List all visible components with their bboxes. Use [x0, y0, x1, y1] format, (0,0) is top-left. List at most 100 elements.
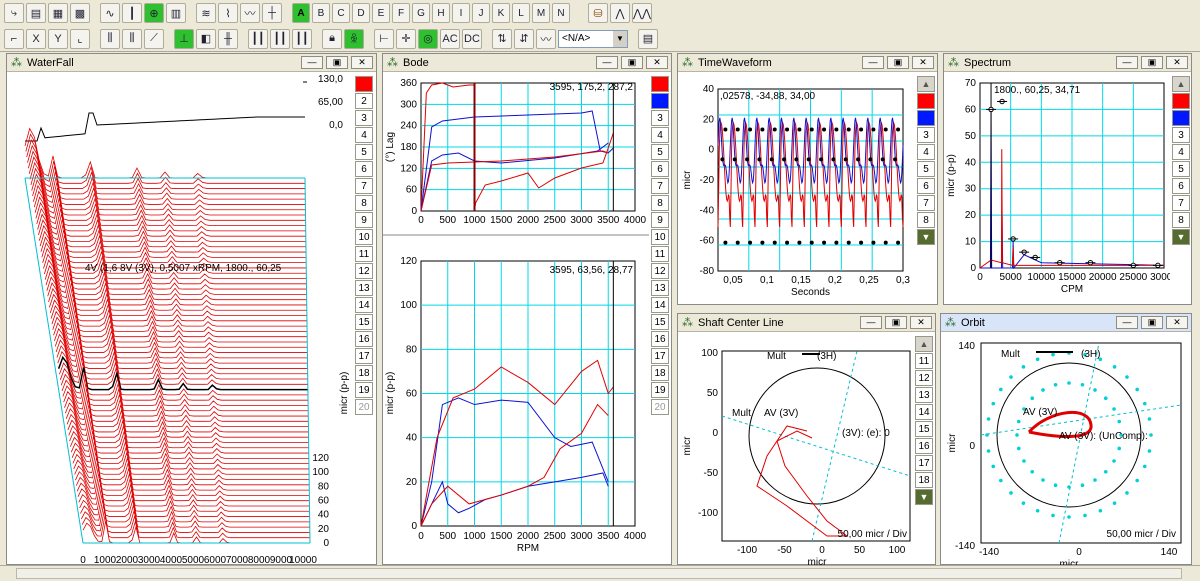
- close-button[interactable]: ✕: [910, 316, 932, 329]
- channel-button-4[interactable]: 4: [355, 127, 373, 143]
- letter-h-button[interactable]: H: [432, 3, 450, 23]
- letter-b-button[interactable]: B: [312, 3, 330, 23]
- waterfall-plot[interactable]: 130,0 65,00 0,0 4V (1,6 8V (3V), 0,5007 xRP…: [7, 73, 352, 565]
- channel-button-3[interactable]: 3: [917, 127, 935, 143]
- channel-button-11[interactable]: 11: [355, 246, 373, 262]
- channel-button-1[interactable]: [355, 76, 373, 92]
- letter-l-button[interactable]: L: [512, 3, 530, 23]
- multiwave-icon[interactable]: 〰: [536, 28, 556, 49]
- channel-button-6[interactable]: 6: [651, 161, 669, 177]
- orbit-plot[interactable]: Mult (3H) AV (3V) AV (3V): (UnComp): 50,00 m…: [941, 333, 1191, 565]
- channel-button-17[interactable]: 17: [651, 348, 669, 364]
- channel-button-16[interactable]: 16: [915, 438, 933, 454]
- channel-select[interactable]: <N/A> ▼: [558, 29, 628, 48]
- close-button[interactable]: ✕: [646, 56, 668, 69]
- minimize-button[interactable]: —: [1116, 316, 1138, 329]
- letter-c-button[interactable]: C: [332, 3, 350, 23]
- channel-button-17[interactable]: 17: [355, 348, 373, 364]
- letter-n-button[interactable]: N: [552, 3, 570, 23]
- ac-icon[interactable]: AC: [440, 28, 460, 49]
- channel-button-5[interactable]: 5: [917, 161, 935, 177]
- minimize-button[interactable]: —: [301, 56, 323, 69]
- channel-button-16[interactable]: 16: [355, 331, 373, 347]
- restore-button[interactable]: ▣: [621, 56, 643, 69]
- waterfall-icon[interactable]: ≋: [196, 3, 216, 23]
- scroll-up-icon[interactable]: ▲: [917, 76, 935, 92]
- person-icon[interactable]: ꆜ: [344, 28, 364, 49]
- channel-button-4[interactable]: 4: [917, 144, 935, 160]
- wave-icon[interactable]: 〰: [240, 3, 260, 23]
- restore-button[interactable]: ▣: [1141, 56, 1163, 69]
- axis-x-icon[interactable]: X: [26, 28, 46, 49]
- histogram-icon[interactable]: ▥: [166, 3, 186, 23]
- channel-button-3[interactable]: 3: [1172, 127, 1190, 143]
- lock-icon[interactable]: 🔒︎: [322, 28, 342, 49]
- bode-plot[interactable]: 3603002401801206000 500 1000 1500 2000 2500 30…: [383, 73, 649, 565]
- letter-e-button[interactable]: E: [372, 3, 390, 23]
- channel-button-15[interactable]: 15: [915, 421, 933, 437]
- channel-button-19[interactable]: 19: [651, 382, 669, 398]
- scl-plot[interactable]: Mult (3H) Mult AV (3V) (3V): (e): 0 50,00 mic…: [678, 333, 912, 565]
- channel-button-20[interactable]: 20: [355, 399, 373, 415]
- channel-button-8[interactable]: 8: [355, 195, 373, 211]
- channel-button-14[interactable]: 14: [651, 297, 669, 313]
- channel-button-14[interactable]: 14: [355, 297, 373, 313]
- scroll-down-icon[interactable]: ▼: [915, 489, 933, 505]
- channel-button-7[interactable]: 7: [651, 178, 669, 194]
- channel-button-18[interactable]: 18: [355, 365, 373, 381]
- letter-i-button[interactable]: I: [452, 3, 470, 23]
- channel-button-20[interactable]: 20: [651, 399, 669, 415]
- restore-button[interactable]: ▣: [1141, 316, 1163, 329]
- restore-button[interactable]: ▣: [326, 56, 348, 69]
- crosshair-icon[interactable]: ✛: [396, 28, 416, 49]
- channel-button-7[interactable]: 7: [1172, 195, 1190, 211]
- close-button[interactable]: ✕: [351, 56, 373, 69]
- bars2-icon[interactable]: ┃┃: [270, 28, 290, 49]
- chevron-down-icon[interactable]: ▼: [613, 30, 627, 47]
- dc-icon[interactable]: DC: [462, 28, 482, 49]
- minimize-button[interactable]: —: [1116, 56, 1138, 69]
- channel-button-8[interactable]: 8: [651, 195, 669, 211]
- channel-button-3[interactable]: 3: [355, 110, 373, 126]
- channel-button-1[interactable]: [917, 93, 935, 109]
- spectrum-plot[interactable]: 70 60 50 40 30 20 10 00 5000 10000 15000 20000 25000…: [944, 73, 1170, 305]
- channel-button-4[interactable]: 4: [651, 127, 669, 143]
- scroll-down-icon[interactable]: ▼: [917, 229, 935, 245]
- open-icon[interactable]: ⤷: [4, 3, 24, 23]
- channel-button-4[interactable]: 4: [1172, 144, 1190, 160]
- notes-icon[interactable]: ▤: [638, 28, 658, 49]
- letter-a-button[interactable]: A: [292, 3, 310, 23]
- channel-button-12[interactable]: 12: [915, 370, 933, 386]
- channel-button-15[interactable]: 15: [355, 314, 373, 330]
- timewaveform-plot[interactable]: 40 20 0 -20 -40 -60 -80 0,05 0,1 0,15 0,2 0,25 0,3 Se…: [678, 73, 914, 305]
- phase-icon[interactable]: ⊢: [374, 28, 394, 49]
- horizontal-scrollbar[interactable]: [16, 568, 1182, 579]
- channel-button-2[interactable]: [917, 110, 935, 126]
- target-icon[interactable]: ⊕: [144, 3, 164, 23]
- channel-button-17[interactable]: 17: [915, 455, 933, 471]
- close-button[interactable]: ✕: [1166, 56, 1188, 69]
- channel-button-2[interactable]: [651, 93, 669, 109]
- channel-button-11[interactable]: 11: [915, 353, 933, 369]
- channel-button-18[interactable]: 18: [915, 472, 933, 488]
- letter-j-button[interactable]: J: [472, 3, 490, 23]
- select-icon[interactable]: ⌐: [4, 28, 24, 49]
- channel-button-10[interactable]: 10: [651, 229, 669, 245]
- bars3-icon[interactable]: ┃┃: [292, 28, 312, 49]
- channel-button-10[interactable]: 10: [355, 229, 373, 245]
- restore-button[interactable]: ▣: [887, 56, 909, 69]
- sort-icon[interactable]: ⇅: [492, 28, 512, 49]
- marker-icon[interactable]: ⊥: [174, 28, 194, 49]
- channel-button-15[interactable]: 15: [651, 314, 669, 330]
- restore-button[interactable]: ▣: [885, 316, 907, 329]
- minimize-button[interactable]: —: [596, 56, 618, 69]
- channel-button-6[interactable]: 6: [917, 178, 935, 194]
- minimize-button[interactable]: —: [860, 316, 882, 329]
- channel-button-16[interactable]: 16: [651, 331, 669, 347]
- channel-button-12[interactable]: 12: [651, 263, 669, 279]
- minimize-button[interactable]: —: [862, 56, 884, 69]
- channel-button-9[interactable]: 9: [355, 212, 373, 228]
- channel-button-1[interactable]: [1172, 93, 1190, 109]
- channel-button-8[interactable]: 8: [917, 212, 935, 228]
- axis-y-icon[interactable]: Y: [48, 28, 68, 49]
